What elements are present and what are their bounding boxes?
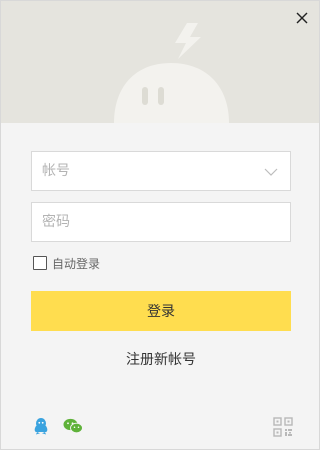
lightning-icon — [175, 23, 201, 59]
wechat-icon[interactable] — [63, 418, 83, 434]
close-button[interactable] — [291, 7, 313, 29]
mascot-right-eye — [158, 87, 164, 105]
register-link[interactable]: 注册新帐号 — [31, 349, 291, 371]
password-input[interactable] — [32, 203, 290, 241]
auto-login-checkbox[interactable] — [33, 256, 47, 270]
account-field[interactable] — [31, 151, 291, 191]
account-input[interactable] — [32, 152, 290, 190]
password-field[interactable] — [31, 202, 291, 242]
login-window: 自动登录 登录 注册新帐号 — [0, 0, 320, 450]
login-form: 自动登录 登录 注册新帐号 — [31, 151, 291, 371]
close-icon — [296, 12, 308, 24]
chevron-down-icon[interactable] — [264, 166, 278, 178]
social-login-row — [33, 417, 83, 435]
qq-icon[interactable] — [33, 417, 49, 435]
header-banner — [1, 1, 319, 123]
mascot-body — [114, 63, 229, 123]
login-button[interactable]: 登录 — [31, 291, 291, 331]
qr-code-icon[interactable] — [273, 417, 293, 437]
mascot-left-eye — [142, 87, 148, 105]
auto-login-row[interactable]: 自动登录 — [31, 253, 291, 273]
mascot-illustration — [114, 23, 229, 123]
auto-login-label: 自动登录 — [52, 256, 101, 271]
